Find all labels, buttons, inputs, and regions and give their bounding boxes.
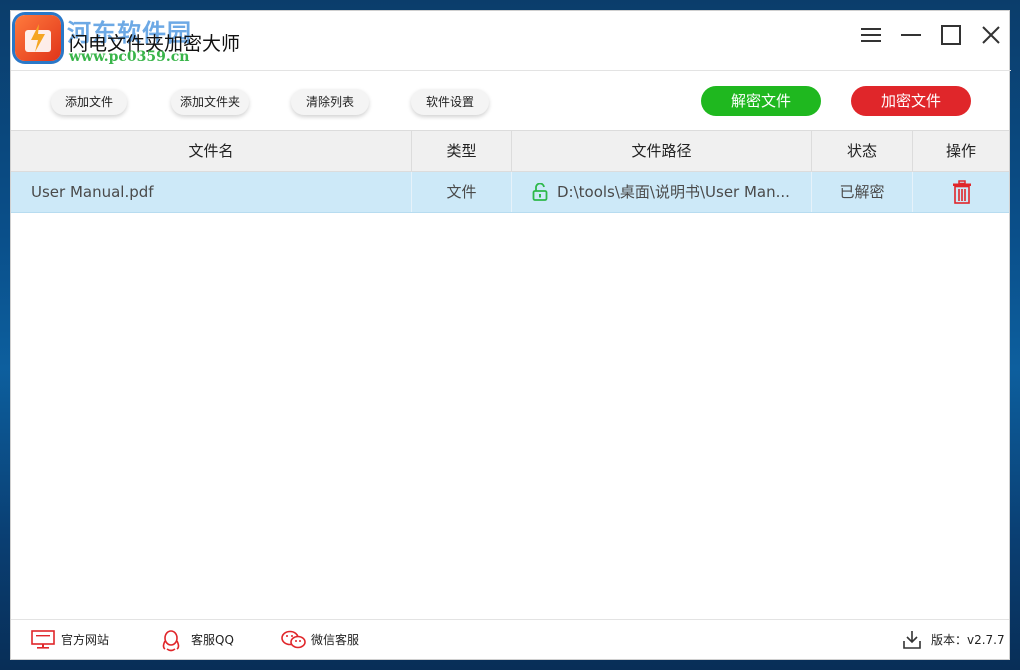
watermark-url: www.pc0359.cn xyxy=(69,49,190,65)
version-info[interactable]: 版本：v2.7.7 xyxy=(903,627,1005,653)
settings-button[interactable]: 软件设置 xyxy=(411,89,489,115)
wechat-service-link[interactable]: 微信客服 xyxy=(281,627,381,653)
file-type-cell: 文件 xyxy=(411,172,511,212)
menu-button[interactable] xyxy=(853,19,889,51)
table-row[interactable]: User Manual.pdf 文件 D:\tools\桌面\说明书\User … xyxy=(11,172,1009,213)
file-path-cell: D:\tools\桌面\说明书\User Man... xyxy=(511,172,811,212)
customer-service-qq-link[interactable]: 客服QQ xyxy=(161,627,251,653)
column-header-action[interactable]: 操作 xyxy=(912,131,1009,171)
minimize-icon xyxy=(901,34,921,36)
version-label: 版本：v2.7.7 xyxy=(931,633,1005,647)
minimize-button[interactable] xyxy=(893,19,929,51)
customer-service-qq-label: 客服QQ xyxy=(191,633,234,647)
footer-divider xyxy=(11,619,1009,620)
file-table-header: 文件名 类型 文件路径 状态 操作 xyxy=(11,130,1009,172)
column-header-status[interactable]: 状态 xyxy=(811,131,912,171)
app-logo xyxy=(15,15,61,61)
column-header-path[interactable]: 文件路径 xyxy=(511,131,811,171)
official-website-link[interactable]: 官方网站 xyxy=(31,627,131,653)
file-name-cell: User Manual.pdf xyxy=(31,183,154,201)
monitor-icon xyxy=(31,630,55,649)
column-header-name[interactable]: 文件名 xyxy=(11,131,411,171)
column-header-type[interactable]: 类型 xyxy=(411,131,511,171)
wechat-service-label: 微信客服 xyxy=(311,633,360,647)
close-icon xyxy=(982,26,1000,44)
encrypt-file-button[interactable]: 加密文件 xyxy=(851,86,971,116)
app-window: 河东软件园 闪电文件夹加密大师 www.pc0359.cn 添加文件 添加文件夹… xyxy=(10,10,1011,660)
decrypt-file-button[interactable]: 解密文件 xyxy=(701,86,821,116)
clear-list-button[interactable]: 清除列表 xyxy=(291,89,369,115)
add-file-button[interactable]: 添加文件 xyxy=(51,89,127,115)
download-icon xyxy=(903,631,921,649)
title-bar[interactable]: 河东软件园 闪电文件夹加密大师 www.pc0359.cn xyxy=(11,11,1011,71)
maximize-button[interactable] xyxy=(933,19,969,51)
file-status-cell: 已解密 xyxy=(811,172,912,212)
file-path-text: D:\tools\桌面\说明书\User Man... xyxy=(557,183,790,201)
toolbar-divider xyxy=(11,70,1011,71)
wechat-icon xyxy=(281,630,306,649)
file-action-cell xyxy=(912,172,1009,212)
maximize-icon xyxy=(941,25,961,45)
hamburger-icon xyxy=(861,28,881,42)
qq-penguin-icon xyxy=(162,630,180,652)
close-button[interactable] xyxy=(973,19,1009,51)
add-folder-button[interactable]: 添加文件夹 xyxy=(171,89,249,115)
official-website-label: 官方网站 xyxy=(61,633,110,647)
trash-icon[interactable] xyxy=(952,180,972,204)
unlock-icon xyxy=(532,183,548,201)
